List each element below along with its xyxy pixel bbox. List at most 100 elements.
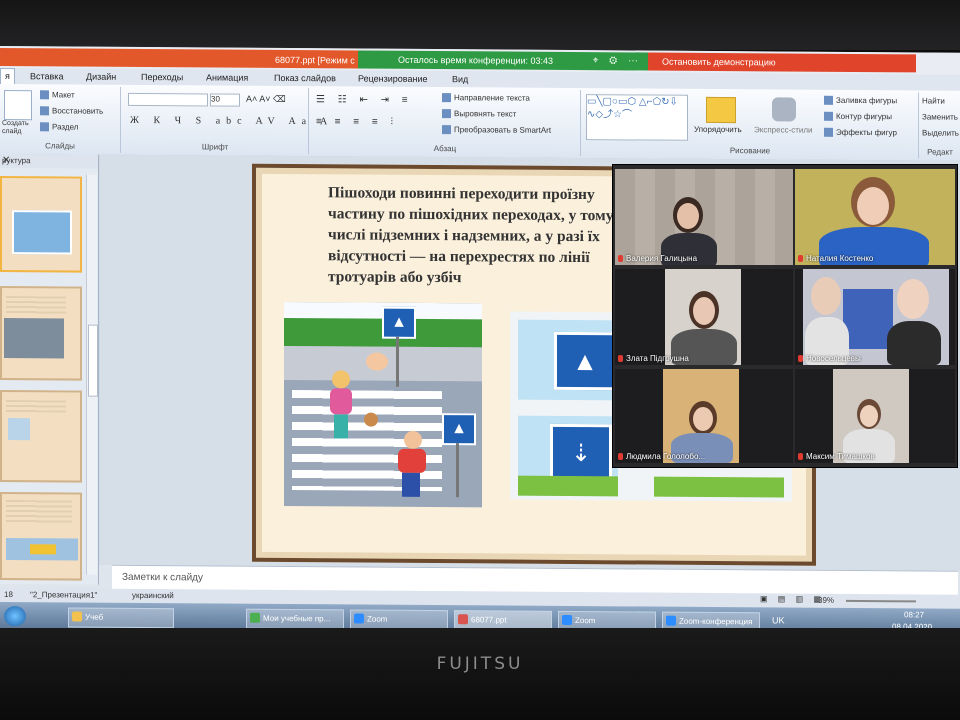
participant-tile[interactable]: Валерия Галицына	[615, 169, 793, 265]
participant-name: Злата Підгрушна	[618, 354, 689, 363]
participant-body	[887, 321, 941, 365]
arrange-icon[interactable]	[706, 96, 736, 124]
tab-view[interactable]: Вид	[452, 74, 468, 84]
monitor-bezel-bottom	[0, 628, 960, 720]
monitor-bezel-top	[0, 0, 960, 50]
tab-animation[interactable]: Анимация	[206, 72, 248, 82]
taskbar-label: Zoom	[367, 614, 388, 624]
text-direction-label: Направление текста	[454, 93, 530, 103]
language-indicator[interactable]: UK	[772, 615, 785, 625]
tab-slideshow[interactable]: Показ слайдов	[274, 73, 336, 83]
arrange-button[interactable]: Упорядочить	[694, 125, 742, 134]
bus-image	[30, 544, 56, 555]
dog-icon	[364, 412, 378, 427]
app-icon	[458, 614, 468, 625]
quick-styles-icon[interactable]	[772, 97, 796, 122]
participant-tile[interactable]: Людмила Гололобо...	[615, 369, 793, 463]
participant-face	[693, 407, 713, 431]
layout-button[interactable]: Макет	[40, 90, 75, 100]
grass	[518, 475, 618, 497]
drawing-group-label: Рисование	[729, 146, 771, 156]
font-format-buttons[interactable]: Ж К Ч S abc AV Aa A	[130, 115, 333, 127]
reset-label: Восстановить	[52, 106, 104, 116]
thumbnail-text	[6, 400, 66, 413]
grass	[654, 476, 784, 498]
drawing-group: ▭╲▢○▭⬡ △⌐⬠↻⇩ ∿◇⤴☆⌒ Упорядочить Экспресс-…	[582, 90, 919, 159]
participant-tile[interactable]: Максим Тимашков	[795, 369, 955, 463]
new-slide-icon[interactable]	[4, 90, 32, 121]
tab-insert[interactable]: Вставка	[30, 71, 63, 81]
participant-face	[677, 203, 699, 229]
window-title: 68077.ppt [Режим с	[275, 54, 355, 66]
participant-face	[811, 277, 841, 315]
shapes-gallery[interactable]: ▭╲▢○▭⬡ △⌐⬠↻⇩ ∿◇⤴☆⌒	[586, 94, 688, 141]
smartart-button[interactable]: Преобразовать в SmartArt	[442, 125, 551, 135]
ribbon: Создать слайд Макет Восстановить Раздел …	[0, 84, 960, 162]
slide-text[interactable]: Пішоходи повинні переходити проїзну част…	[328, 182, 628, 289]
slide-thumbnail[interactable]	[0, 492, 82, 581]
participant-name: Новосельцевы	[798, 354, 861, 363]
conference-timer: Осталось время конференции: 03:43	[398, 54, 554, 66]
app-icon	[250, 612, 260, 623]
start-button[interactable]	[4, 606, 26, 627]
participant-tile[interactable]: Наталия Костенко	[795, 169, 955, 265]
slide-thumbnail[interactable]	[0, 390, 82, 483]
pedestrian-crossing-sign-icon: ▲	[554, 331, 616, 391]
shape-outline-button[interactable]: Контур фигуры	[824, 112, 892, 122]
taskbar-label: Учеб	[85, 612, 104, 622]
pedestrian-crossing-sign-icon: ▲	[382, 306, 416, 339]
slide-thumbnail[interactable]	[0, 176, 82, 273]
boy-head	[404, 430, 422, 449]
font-size-value: 30	[211, 94, 220, 104]
taskbar-item[interactable]: Мои учебные пр...	[246, 608, 344, 630]
girl-head	[332, 370, 350, 389]
zoom-level[interactable]: 39%	[818, 596, 834, 605]
participant-name: Максим Тимашков	[798, 452, 875, 461]
section-button[interactable]: Раздел	[40, 122, 78, 132]
view-buttons[interactable]: ▣ ▤ ▥ ▦	[760, 594, 825, 603]
conference-controls[interactable]: ⌖ ⚙ ⋯	[593, 55, 642, 66]
list-buttons[interactable]: ☰ ☷ ⇤ ⇥ ≡	[316, 94, 413, 106]
shape-effects-button[interactable]: Эффекты фигур	[824, 128, 897, 138]
reset-button[interactable]: Восстановить	[40, 106, 103, 116]
pedestrian-crossing-sign-icon: ▲	[442, 413, 476, 446]
text-direction-button[interactable]: Направление текста	[442, 93, 530, 103]
close-icon[interactable]: ✕	[2, 155, 92, 167]
shape-effects-label: Эффекты фигур	[836, 127, 897, 138]
language[interactable]: украинский	[132, 591, 174, 600]
participant-tile[interactable]: Злата Підгрушна	[615, 269, 793, 365]
shape-fill-button[interactable]: Заливка фигуры	[824, 96, 897, 106]
grow-font-button[interactable]: A˄ A˅ ⌫	[246, 94, 286, 105]
zoom-slider[interactable]	[846, 599, 916, 603]
zoom-conference-bar: Осталось время конференции: 03:43 ⌖ ⚙ ⋯	[358, 50, 648, 71]
app-icon	[666, 615, 676, 626]
paragraph-group: ☰ ☷ ⇤ ⇥ ≡ ≡ ≡ ≡ ≡ ⫶ Направление текста В…	[310, 88, 581, 157]
scrollbar-thumb[interactable]	[88, 324, 98, 397]
align-buttons[interactable]: ≡ ≡ ≡ ≡ ⫶	[316, 116, 398, 128]
align-text-button[interactable]: Выровнять текст	[442, 109, 516, 119]
taskbar-item[interactable]: Учеб	[68, 607, 174, 629]
crosswalk-illustration: ▲ ▲	[284, 301, 482, 508]
tab-design[interactable]: Дизайн	[86, 72, 116, 82]
font-name-field[interactable]	[128, 92, 208, 107]
paragraph-group-label: Абзац	[433, 144, 457, 154]
slide-thumbnail[interactable]	[0, 286, 82, 381]
align-text-label: Выровнять текст	[454, 109, 517, 119]
font-size-field[interactable]: 30	[210, 93, 240, 107]
slides-group: Создать слайд Макет Восстановить Раздел …	[0, 86, 121, 153]
replace-button[interactable]: Заменить	[922, 112, 958, 121]
layout-label: Макет	[52, 90, 75, 100]
find-button[interactable]: Найти	[922, 96, 945, 105]
shape-outline-label: Контур фигуры	[836, 111, 892, 122]
quick-styles-button[interactable]: Экспресс-стили	[754, 125, 813, 134]
tab-transitions[interactable]: Переходы	[141, 72, 183, 82]
tab-review[interactable]: Рецензирование	[358, 73, 428, 83]
app-icon	[354, 613, 364, 624]
select-button[interactable]: Выделить	[922, 128, 959, 137]
participant-tile[interactable]: Новосельцевы	[795, 269, 955, 365]
curtain	[843, 289, 893, 349]
new-slide-button[interactable]: Создать слайд	[2, 120, 36, 136]
thumbnail-image	[4, 318, 64, 359]
stop-demo-button[interactable]: Остановить демонстрацию	[648, 52, 916, 73]
panel-scrollbar[interactable]	[86, 174, 98, 575]
